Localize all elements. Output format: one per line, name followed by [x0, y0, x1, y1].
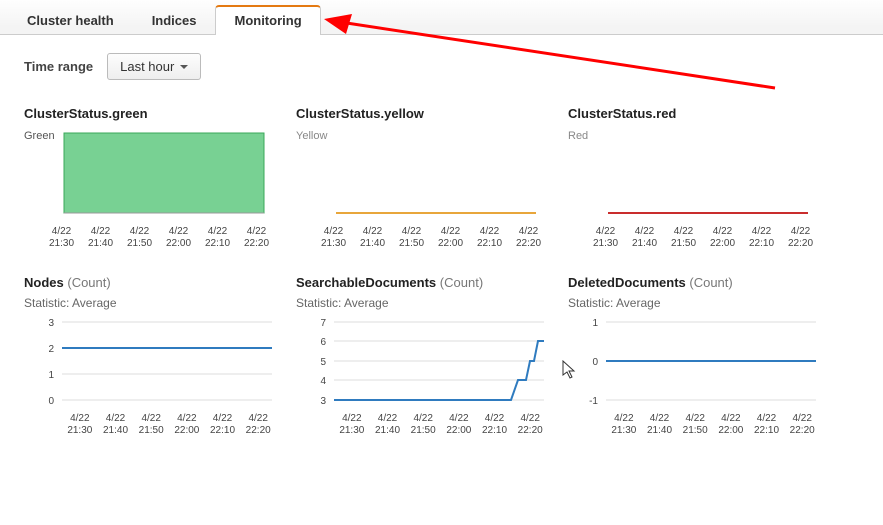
chart-cluster-status-green: ClusterStatus.green Green 4/2221:304/222… [24, 106, 276, 249]
xtick: 4/2221:40 [370, 413, 406, 436]
chart-plot: Green [24, 127, 276, 219]
svg-text:Red: Red [568, 130, 588, 142]
chart-plot: Red [568, 127, 820, 219]
xtick: 4/2222:00 [441, 413, 477, 436]
svg-text:0: 0 [48, 396, 54, 406]
xtick: 4/2222:20 [784, 413, 820, 436]
chart-plot: 7 6 5 4 3 [296, 314, 548, 406]
svg-text:1: 1 [592, 318, 598, 329]
xtick: 4/2222:20 [509, 226, 548, 249]
chart-plot: Yellow [296, 127, 548, 219]
chart-xaxis: 4/2221:304/2221:404/2221:504/2222:004/22… [568, 413, 820, 436]
xtick: 4/2222:10 [477, 413, 513, 436]
chart-title: SearchableDocuments [296, 275, 436, 290]
svg-text:6: 6 [320, 337, 326, 348]
chart-unit: (Count) [440, 275, 483, 290]
xtick: 4/2222:20 [240, 413, 276, 436]
chart-statistic: Statistic: Average [24, 296, 276, 310]
chart-xaxis: 4/2221:304/2221:404/2221:504/2222:004/22… [24, 226, 276, 249]
chart-title: ClusterStatus.yellow [296, 106, 424, 121]
xtick: 4/2221:50 [664, 226, 703, 249]
xtick: 4/2221:50 [677, 413, 713, 436]
chart-statistic: Statistic: Average [296, 296, 548, 310]
svg-text:-1: -1 [589, 396, 598, 406]
xtick: 4/2221:30 [334, 413, 370, 436]
chart-xaxis: 4/2221:304/2221:404/2221:504/2222:004/22… [568, 226, 820, 249]
xtick: 4/2222:20 [512, 413, 548, 436]
xtick: 4/2222:00 [169, 413, 205, 436]
xtick: 4/2221:40 [642, 413, 678, 436]
xtick: 4/2221:40 [353, 226, 392, 249]
xtick: 4/2221:50 [133, 413, 169, 436]
chart-cluster-status-yellow: ClusterStatus.yellow Yellow 4/2221:304/2… [296, 106, 548, 249]
time-range-dropdown[interactable]: Last hour [107, 53, 201, 80]
chart-cluster-status-red: ClusterStatus.red Red 4/2221:304/2221:40… [568, 106, 820, 249]
svg-text:0: 0 [592, 357, 598, 368]
tab-cluster-health[interactable]: Cluster health [8, 5, 133, 35]
time-range-value: Last hour [120, 59, 174, 74]
xtick: 4/2222:20 [781, 226, 820, 249]
chart-unit: (Count) [67, 275, 110, 290]
chart-nodes: Nodes (Count) Statistic: Average 3 2 1 0… [24, 275, 276, 436]
xtick: 4/2222:10 [198, 226, 237, 249]
charts-grid: ClusterStatus.green Green 4/2221:304/222… [24, 106, 863, 436]
tabs-bar: Cluster health Indices Monitoring [0, 0, 883, 35]
xtick: 4/2222:10 [205, 413, 241, 436]
svg-text:1: 1 [48, 370, 54, 381]
xtick: 4/2222:10 [742, 226, 781, 249]
time-range-row: Time range Last hour [24, 53, 863, 80]
xtick: 4/2221:50 [120, 226, 159, 249]
xtick: 4/2221:40 [625, 226, 664, 249]
svg-text:Green: Green [24, 130, 55, 142]
xtick: 4/2221:30 [314, 226, 353, 249]
xtick: 4/2222:20 [237, 226, 276, 249]
chart-plot: 1 0 -1 [568, 314, 820, 406]
xtick: 4/2222:00 [713, 413, 749, 436]
svg-text:Yellow: Yellow [296, 130, 327, 142]
xtick: 4/2221:50 [405, 413, 441, 436]
svg-text:5: 5 [320, 357, 326, 368]
chart-title: ClusterStatus.red [568, 106, 676, 121]
chart-unit: (Count) [689, 275, 732, 290]
caret-down-icon [180, 65, 188, 69]
svg-text:7: 7 [320, 318, 326, 329]
chart-statistic: Statistic: Average [568, 296, 820, 310]
chart-xaxis: 4/2221:304/2221:404/2221:504/2222:004/22… [296, 413, 548, 436]
svg-text:3: 3 [320, 396, 326, 406]
chart-plot: 3 2 1 0 [24, 314, 276, 406]
chart-xaxis: 4/2221:304/2221:404/2221:504/2222:004/22… [24, 413, 276, 436]
xtick: 4/2221:30 [42, 226, 81, 249]
chart-title: DeletedDocuments [568, 275, 686, 290]
chart-searchable-documents: SearchableDocuments (Count) Statistic: A… [296, 275, 548, 436]
tab-indices[interactable]: Indices [133, 5, 216, 35]
xtick: 4/2222:00 [431, 226, 470, 249]
svg-text:2: 2 [48, 344, 54, 355]
xtick: 4/2222:10 [470, 226, 509, 249]
chart-deleted-documents: DeletedDocuments (Count) Statistic: Aver… [568, 275, 820, 436]
xtick: 4/2221:30 [62, 413, 98, 436]
xtick: 4/2222:00 [703, 226, 742, 249]
xtick: 4/2222:10 [749, 413, 785, 436]
xtick: 4/2222:00 [159, 226, 198, 249]
xtick: 4/2221:30 [606, 413, 642, 436]
chart-title: Nodes [24, 275, 64, 290]
chart-title: ClusterStatus.green [24, 106, 148, 121]
time-range-label: Time range [24, 59, 93, 74]
xtick: 4/2221:30 [586, 226, 625, 249]
chart-xaxis: 4/2221:304/2221:404/2221:504/2222:004/22… [296, 226, 548, 249]
svg-text:4: 4 [320, 376, 326, 387]
svg-text:3: 3 [48, 318, 54, 329]
tab-monitoring[interactable]: Monitoring [215, 5, 320, 35]
xtick: 4/2221:40 [81, 226, 120, 249]
xtick: 4/2221:50 [392, 226, 431, 249]
xtick: 4/2221:40 [98, 413, 134, 436]
